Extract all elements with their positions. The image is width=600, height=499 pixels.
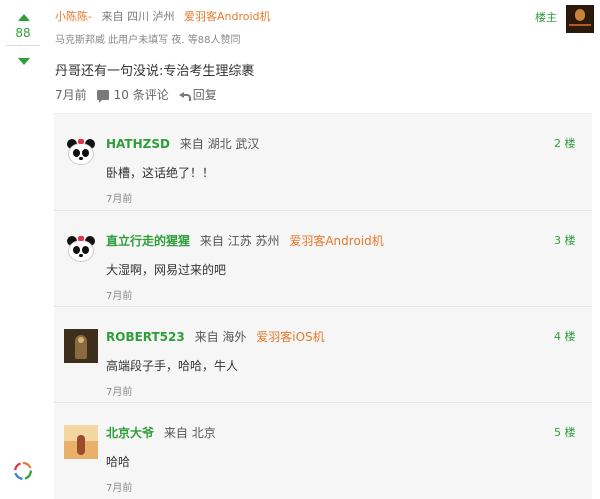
reply-header: 北京大爷 来自 北京 [106,424,216,441]
post-subtitle: 马克斯邦威 此用户未填写 夜. 等88人赞同 [55,35,241,46]
reply-header: HATHZSD 来自 湖北 武汉 [106,135,259,152]
reply-from-label: 来自 [199,234,224,248]
reply-avatar[interactable] [64,136,98,170]
post-from-label: 来自 [101,10,124,23]
reply-floor: 5 楼 [554,426,576,439]
reply-username[interactable]: 直立行走的猩猩 [106,234,190,248]
post-actions: 7月前 10 条评论 回复 [55,86,227,103]
reply-from-label: 来自 [179,137,204,151]
reply-from-label: 来自 [163,426,188,440]
vote-column: 88 [0,0,46,75]
post-location: 四川 泸州 [126,10,175,23]
reply-body: 卧槽，这话绝了！！ [106,166,215,180]
reply-body: 哈哈 [106,455,131,469]
photo-avatar-warm [64,425,98,459]
post-body: 丹哥还有一句没说:专治考生理综裹 [55,64,255,79]
reply-floor: 3 楼 [554,234,576,247]
post-header: 小陈陈- 来自 四川 泸州 爱羽客Android机 [55,8,271,24]
reply-avatar[interactable] [64,329,98,363]
post-device[interactable]: 爱羽客Android机 [184,10,271,23]
reply-label: 回复 [192,88,217,102]
reply-from-label: 来自 [194,330,219,344]
replies-list: HATHZSD 来自 湖北 武汉 2 楼 卧槽，这话绝了！！ 7月前 直立行走的… [54,113,592,499]
vote-divider [6,45,40,46]
downvote-arrow-icon[interactable] [18,58,30,65]
reply-body: 大湿啊，网易过来的吧 [106,263,227,277]
reply-device[interactable]: 爱羽客Android机 [289,234,383,248]
photo-avatar-dark [64,329,98,363]
comments-label: 10 条评论 [113,88,169,102]
reply-item: ROBERT523 来自 海外 爱羽客iOS机 4 楼 高端段子手，哈哈，牛人 … [54,306,592,402]
app-logo-icon [14,462,32,480]
post-username[interactable]: 小陈陈- [55,10,92,23]
reply-floor: 2 楼 [554,137,576,150]
reply-time: 7月前 [106,483,133,494]
op-avatar[interactable] [566,5,594,33]
comment-icon [96,89,109,103]
comments-button[interactable]: 10 条评论 [96,86,169,103]
reply-item: 北京大爷 来自 北京 5 楼 哈哈 7月前 [54,402,592,498]
reply-device[interactable]: 爱羽客iOS机 [256,330,324,344]
reply-location: 海外 [222,330,247,344]
reply-item: 直立行走的猩猩 来自 江苏 苏州 爱羽客Android机 3 楼 大湿啊，网易过… [54,210,592,306]
reply-avatar[interactable] [64,425,98,459]
reply-floor: 4 楼 [554,330,576,343]
post-time: 7月前 [55,88,87,102]
reply-item: HATHZSD 来自 湖北 武汉 2 楼 卧槽，这话绝了！！ 7月前 [54,114,592,210]
reply-avatar[interactable] [64,233,98,267]
reply-body: 高端段子手，哈哈，牛人 [106,359,239,373]
reply-username[interactable]: HATHZSD [106,137,170,151]
reply-location: 北京 [191,426,216,440]
reply-location: 江苏 苏州 [227,234,280,248]
panda-icon [65,236,97,264]
panda-icon [65,139,97,167]
reply-header: ROBERT523 来自 海外 爱羽客iOS机 [106,328,325,345]
floor-master-badge: 楼主 [535,11,557,24]
reply-button[interactable]: 回复 [178,86,217,103]
reply-username[interactable]: ROBERT523 [106,330,185,344]
reply-header: 直立行走的猩猩 来自 江苏 苏州 爱羽客Android机 [106,232,384,249]
upvote-arrow-icon[interactable] [18,14,30,21]
reply-time: 7月前 [106,387,133,398]
vote-count: 88 [15,26,31,40]
reply-arrow-icon [178,90,191,101]
reply-username[interactable]: 北京大爷 [106,426,154,440]
reply-time: 7月前 [106,194,133,205]
reply-time: 7月前 [106,291,133,302]
reply-location: 湖北 武汉 [207,137,260,151]
